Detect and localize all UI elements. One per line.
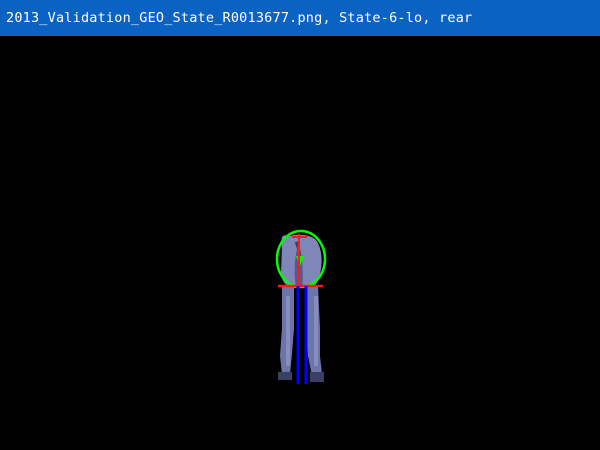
horse-left-hoof <box>278 372 292 380</box>
image-canvas <box>0 36 600 450</box>
annotated-image <box>275 229 327 384</box>
horse-right-hoof <box>310 372 324 382</box>
image-viewer-window: 2013_Validation_GEO_State_R0013677.png, … <box>0 0 600 450</box>
window-title: 2013_Validation_GEO_State_R0013677.png, … <box>6 10 473 26</box>
title-bar[interactable]: 2013_Validation_GEO_State_R0013677.png, … <box>0 0 600 36</box>
